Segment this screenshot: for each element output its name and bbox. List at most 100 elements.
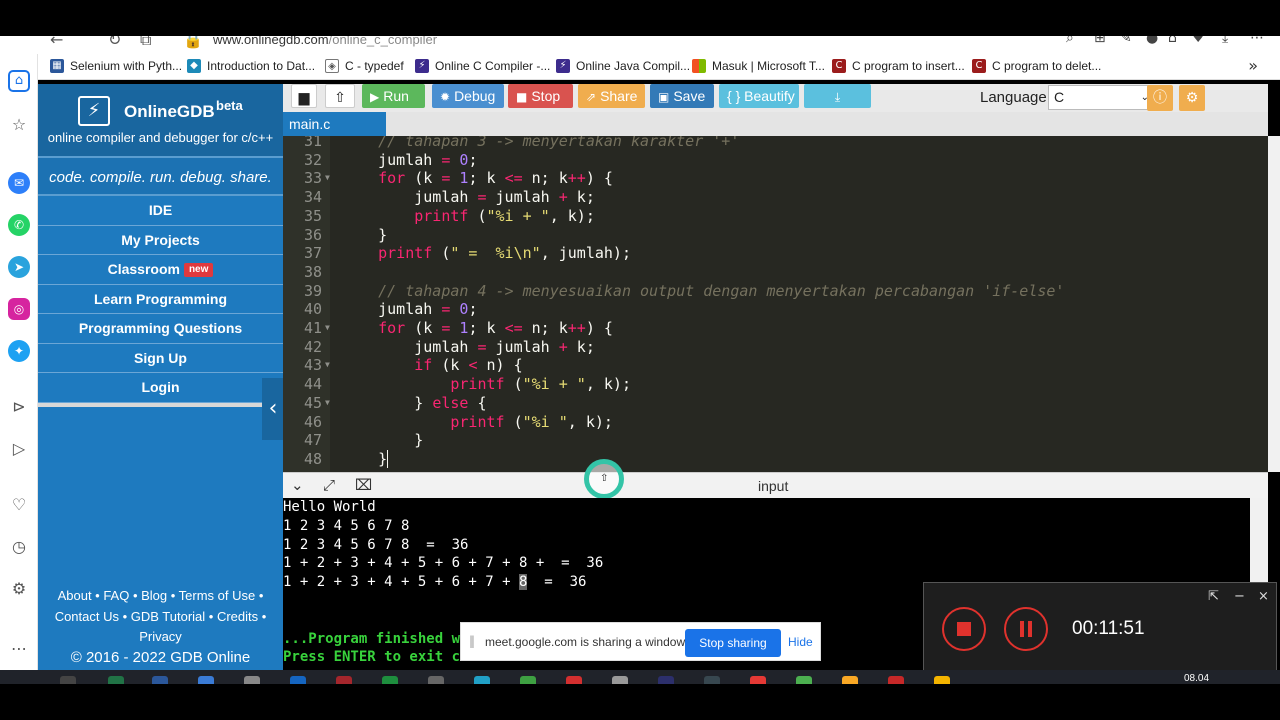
bookmark-item[interactable]: C C program to insert... (832, 59, 965, 73)
new-file-button[interactable]: ▆ (291, 84, 317, 108)
taskbar-app-icon[interactable] (244, 676, 260, 684)
star-icon[interactable]: ☆ (8, 114, 30, 136)
whatsapp-icon[interactable]: ✆ (8, 214, 30, 236)
sidebar-item-my-projects[interactable]: My Projects (38, 226, 283, 255)
clear-icon[interactable]: ⌧ (355, 476, 372, 494)
download-button[interactable]: ⤓ (804, 84, 871, 108)
taskbar-app-icon[interactable] (796, 676, 812, 684)
save-button[interactable]: ▣ Save (650, 84, 714, 108)
fold-arrow-icon[interactable]: ▼ (325, 169, 330, 188)
bookmark-item[interactable]: ◈ C - typedef (325, 59, 404, 73)
taskbar-app-icon[interactable] (428, 676, 444, 684)
fold-arrow-icon[interactable]: ▼ (325, 319, 330, 338)
chevron-down-icon[interactable]: ⌄ (291, 476, 304, 494)
stop-icon: ■ (516, 90, 528, 104)
taskbar-app-icon[interactable] (658, 676, 674, 684)
chevron-right-icon[interactable]: » (1248, 56, 1258, 75)
send-icon[interactable]: ▷ (8, 438, 30, 460)
more-icon[interactable]: ⋯ (1250, 36, 1264, 46)
taskbar-app-icon[interactable] (750, 676, 766, 684)
refresh-icon[interactable]: ↻ (108, 36, 121, 49)
debug-button[interactable]: ✹ Debug (432, 84, 504, 108)
tab-main-c[interactable]: main.c (283, 112, 386, 136)
heart-icon[interactable]: ♡ (8, 494, 30, 516)
footer-links-1[interactable]: About • FAQ • Blog • Terms of Use • (38, 586, 283, 607)
fold-arrow-icon[interactable]: ▼ (325, 356, 330, 375)
code-editor[interactable]: 31 // tahapan 3 -> menyertakan karakter … (283, 136, 1268, 472)
taskbar-app-icon[interactable] (474, 676, 490, 684)
play-circle-icon[interactable]: ⊳ (8, 396, 30, 418)
more-icon[interactable]: ⋯ (8, 638, 30, 660)
taskbar-app-icon[interactable] (612, 676, 628, 684)
bookmark-item[interactable]: Masuk | Microsoft T... (692, 59, 825, 73)
taskbar-app-icon[interactable] (382, 676, 398, 684)
bookmark-item[interactable]: ⚡ Online Java Compil... (556, 59, 690, 73)
share-button[interactable]: ⇗ Share (578, 84, 645, 108)
settings-button[interactable]: ⚙ (1179, 85, 1205, 111)
fold-arrow-icon[interactable]: ▼ (325, 394, 330, 413)
collapse-sidebar-button[interactable]: ‹ (262, 378, 284, 440)
taskbar-app-icon[interactable] (290, 676, 306, 684)
stop-sharing-button[interactable]: Stop sharing (685, 629, 781, 657)
expand-icon[interactable]: ⤢ (323, 476, 335, 494)
sidebar-item-sign-up[interactable]: Sign Up (38, 344, 283, 373)
taskbar-app-icon[interactable] (934, 676, 950, 684)
taskbar-app-icon[interactable] (842, 676, 858, 684)
bookmark-item[interactable]: ⚡ Online C Compiler -... (415, 59, 550, 73)
sidebar-item-ide[interactable]: IDE (38, 196, 283, 226)
taskbar-app-icon[interactable] (888, 676, 904, 684)
install-app-icon[interactable]: ⊞ (1094, 36, 1106, 46)
heart-icon[interactable]: ♥ (1192, 36, 1205, 46)
instagram-icon[interactable]: ◎ (8, 298, 30, 320)
extension-icon[interactable]: ⌂ (1168, 36, 1177, 46)
address-bar[interactable]: www.onlinegdb.com/online_c_compiler (213, 36, 437, 47)
bookmark-item[interactable]: C C program to delet... (972, 59, 1101, 73)
io-panel-bar: ⌄ ⤢ ⌧ input (283, 472, 1268, 498)
brand-header[interactable]: ⚡ OnlineGDB beta online compiler and deb… (38, 84, 283, 156)
gear-icon[interactable]: ⚙ (8, 578, 30, 600)
download-icon[interactable]: ⤓ (1222, 36, 1228, 46)
editor-scrollbar[interactable] (1268, 136, 1280, 472)
pause-recording-button[interactable] (1004, 607, 1048, 651)
bolt-icon: ⚡ (415, 59, 429, 73)
extension-blue-icon[interactable]: ● (1146, 36, 1158, 46)
taskbar-app-icon[interactable] (198, 676, 214, 684)
stop-button[interactable]: ■ Stop (508, 84, 573, 108)
io-tab-input[interactable]: input (758, 478, 788, 494)
search-icon[interactable]: ⌕ (1066, 36, 1074, 46)
taskbar-app-icon[interactable] (520, 676, 536, 684)
stop-recording-button[interactable] (942, 607, 986, 651)
sidebar-item-learn-programming[interactable]: Learn Programming (38, 285, 283, 314)
minimize-icon[interactable]: − (1234, 589, 1245, 604)
drag-handle-icon[interactable]: ‖ (469, 634, 475, 648)
taskbar-app-icon[interactable] (60, 676, 76, 684)
bookmark-item[interactable]: ◆ Introduction to Dat... (187, 59, 315, 73)
messenger-icon[interactable]: ✉ (8, 172, 30, 194)
footer-links-2[interactable]: Contact Us • GDB Tutorial • Credits • (38, 607, 283, 628)
sidebar-item-login[interactable]: Login (38, 373, 283, 403)
bookmark-item[interactable]: ▦ Selenium with Pyth... (50, 59, 182, 73)
back-icon[interactable]: ← (50, 36, 63, 49)
taskbar-app-icon[interactable] (336, 676, 352, 684)
sidebar-item-classroom[interactable]: Classroom new (38, 255, 283, 285)
run-button[interactable]: ▶ Run (362, 84, 425, 108)
taskbar-app-icon[interactable] (704, 676, 720, 684)
clock-icon[interactable]: ◷ (8, 536, 30, 558)
sidebar-item-programming-questions[interactable]: Programming Questions (38, 314, 283, 344)
taskbar-app-icon[interactable] (566, 676, 582, 684)
close-icon[interactable]: × (1258, 589, 1269, 604)
hide-button[interactable]: Hide (788, 635, 813, 649)
info-button[interactable]: ⓘ (1147, 85, 1173, 111)
popout-icon[interactable]: ⇱ (1208, 589, 1219, 604)
taskbar-app-icon[interactable] (152, 676, 168, 684)
upload-button[interactable]: ⇧ (325, 84, 355, 108)
home-icon[interactable]: ⌂ (8, 70, 30, 92)
extension-icon[interactable]: ✎ (1120, 36, 1132, 46)
beautify-button[interactable]: { } Beautify (719, 84, 799, 108)
twitter-icon[interactable]: ✦ (8, 340, 30, 362)
taskbar-app-icon[interactable] (108, 676, 124, 684)
tabs-icon[interactable]: ⧉ (140, 36, 151, 50)
footer-links-3[interactable]: Privacy (38, 627, 283, 648)
language-select[interactable]: C ⌄ (1048, 85, 1154, 110)
telegram-icon[interactable]: ➤ (8, 256, 30, 278)
